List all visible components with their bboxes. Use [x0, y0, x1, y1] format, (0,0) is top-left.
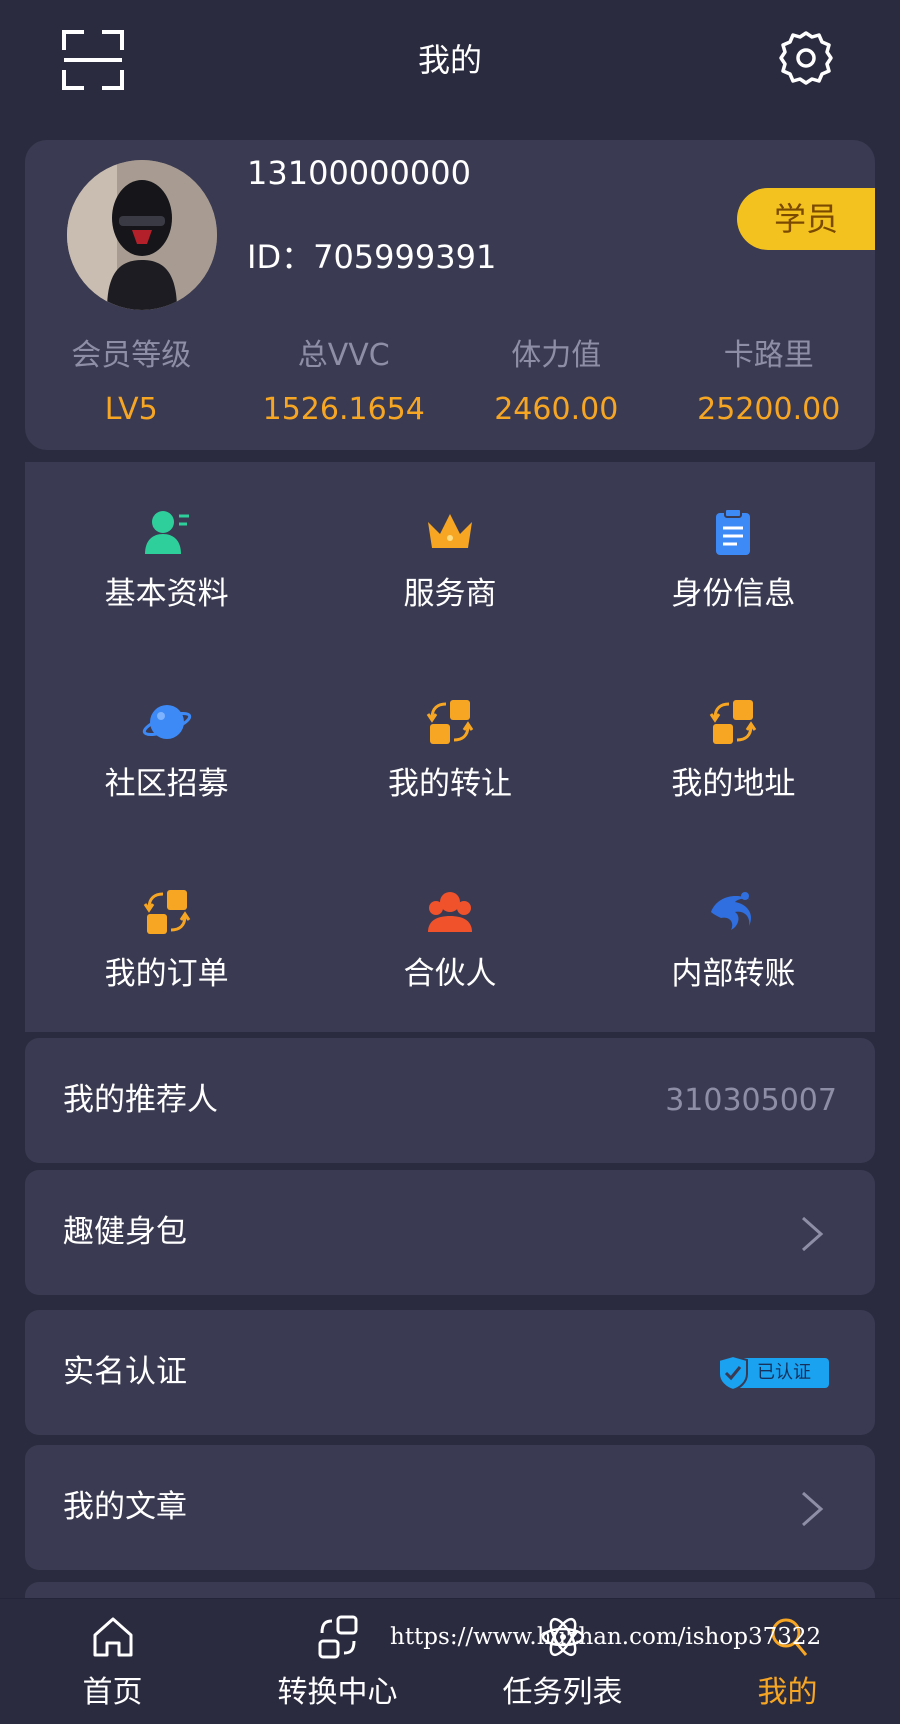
stat-value: 1526.1654 [262, 392, 425, 427]
partner-icon [427, 892, 472, 932]
grid-item-label: 我的转让 [387, 766, 512, 802]
nav-task-list[interactable]: 任务列表 [450, 1599, 675, 1724]
stat-total-vvc[interactable]: 总VVC 1526.1654 [238, 336, 451, 436]
grid-item-service-provider[interactable]: 服务商 [308, 462, 591, 652]
stat-label: 体力值 [511, 338, 602, 373]
user-id: ID：705999391 [247, 238, 497, 276]
referrer-id: 310305007 [665, 1083, 837, 1118]
member-badge: 学员 [737, 188, 875, 250]
grid-item-basic-info[interactable]: 基本资料 [25, 462, 308, 652]
nav-label: 我的 [757, 1675, 818, 1710]
row-label: 趣健身包 [63, 1214, 187, 1250]
top-bar: 我的 [0, 0, 900, 120]
grid-item-internal-transfer[interactable]: 内部转账 [592, 842, 875, 1032]
referrer-row[interactable]: 我的推荐人 310305007 [25, 1038, 875, 1163]
grid-item-partner[interactable]: 合伙人 [308, 842, 591, 1032]
clipboard-icon [716, 508, 751, 555]
verified-text: 已认证 [757, 1362, 811, 1383]
grid-item-label: 服务商 [403, 576, 497, 612]
watermark-url: https://www.huzhan.com/ishop37322 [390, 1624, 822, 1650]
stat-label: 卡路里 [723, 338, 814, 373]
home-icon [93, 1617, 132, 1657]
exchange-icon [318, 1615, 357, 1659]
verified-badge: 已认证 [717, 1354, 829, 1392]
my-articles-row[interactable]: 我的文章 [25, 1445, 875, 1570]
grid-item-label: 我的地址 [671, 766, 796, 802]
avatar-image [67, 160, 217, 310]
grid-item-label: 我的订单 [104, 956, 229, 992]
grid-item-label: 合伙人 [403, 956, 497, 992]
nav-label: 任务列表 [502, 1675, 623, 1710]
grid-item-community-recruit[interactable]: 社区招募 [25, 652, 308, 842]
fitness-pack-row[interactable]: 趣健身包 [25, 1170, 875, 1295]
transfer-icon [426, 700, 474, 744]
chevron-right-icon [802, 1491, 824, 1527]
row-label: 我的推荐人 [63, 1082, 218, 1118]
phone-number: 13100000000 [247, 154, 471, 192]
planet-icon [142, 705, 191, 739]
nav-label: 转换中心 [277, 1675, 398, 1710]
page-title: 我的 [417, 41, 482, 79]
stat-value: 25200.00 [697, 392, 841, 427]
stat-value: LV5 [104, 392, 158, 427]
grid-item-my-address[interactable]: 我的地址 [592, 652, 875, 842]
grid-item-my-orders[interactable]: 我的订单 [25, 842, 308, 1032]
row-label: 我的文章 [63, 1489, 187, 1525]
function-grid: 基本资料 服务商 身份信息 社区招募 我的转让 我的地址 我的订单 合伙人 内部… [25, 462, 875, 1032]
profile-card: 13100000000 ID：705999391 学员 会员等级 LV5 总VV… [25, 140, 875, 450]
grid-item-label: 身份信息 [671, 576, 796, 612]
stat-label: 会员等级 [71, 338, 192, 373]
stat-label: 总VVC [297, 338, 390, 373]
grid-item-label: 内部转账 [671, 956, 796, 992]
transfer-icon [143, 890, 190, 934]
grid-item-my-transfer[interactable]: 我的转让 [308, 652, 591, 842]
gear-icon[interactable] [778, 30, 834, 86]
chevron-right-icon [802, 1216, 824, 1252]
row-label: 实名认证 [63, 1354, 187, 1390]
nav-home[interactable]: 首页 [0, 1599, 225, 1724]
avatar[interactable] [67, 160, 217, 310]
grid-item-identity-info[interactable]: 身份信息 [592, 462, 875, 652]
stat-member-level[interactable]: 会员等级 LV5 [25, 336, 238, 436]
stat-stamina[interactable]: 体力值 2460.00 [450, 336, 663, 436]
swirl-icon [711, 892, 752, 930]
real-name-row[interactable]: 实名认证 已认证 [25, 1310, 875, 1435]
stat-calories[interactable]: 卡路里 25200.00 [663, 336, 876, 436]
grid-item-label: 社区招募 [104, 766, 229, 802]
transfer-icon [710, 700, 757, 744]
nav-exchange-center[interactable]: 转换中心 [225, 1599, 450, 1724]
grid-item-label: 基本资料 [104, 576, 229, 612]
bottom-nav: 首页 转换中心 任务列表 我的 [0, 1598, 900, 1724]
stat-value: 2460.00 [494, 392, 619, 427]
nav-label: 首页 [82, 1675, 143, 1710]
user-profile-icon [144, 511, 189, 554]
crown-icon [427, 514, 472, 548]
stats-row: 会员等级 LV5 总VVC 1526.1654 体力值 2460.00 卡路里 … [25, 336, 875, 436]
function-grid-card: 基本资料 服务商 身份信息 社区招募 我的转让 我的地址 我的订单 合伙人 内部… [25, 462, 875, 1032]
nav-mine[interactable]: 我的 [675, 1599, 900, 1724]
